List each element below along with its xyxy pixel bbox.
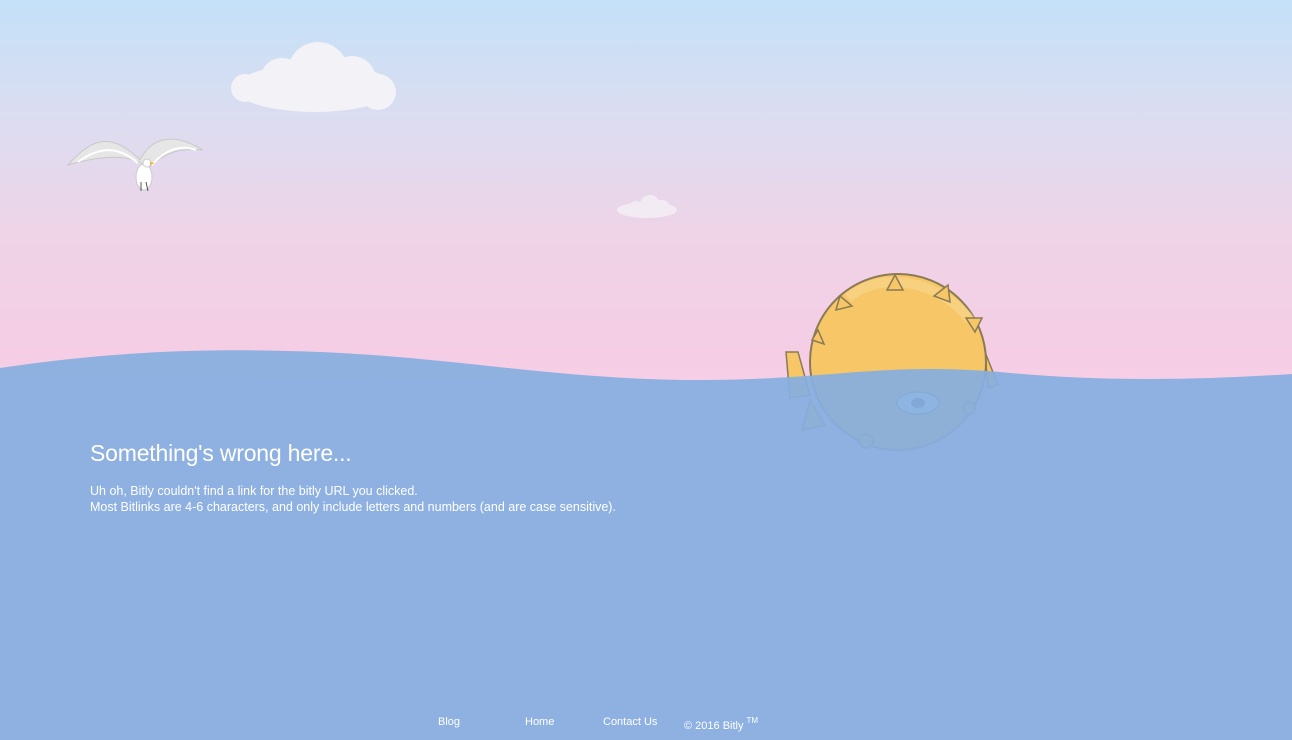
error-page: Something's wrong here... Uh oh, Bitly c… (0, 0, 1292, 740)
error-description-line-2: Most Bitlinks are 4-6 characters, and on… (90, 500, 616, 514)
footer-link-blog[interactable]: Blog (438, 716, 460, 728)
seagull-icon (66, 138, 204, 192)
page-title: Something's wrong here... (90, 440, 352, 466)
error-message: Something's wrong here... Uh oh, Bitly c… (90, 440, 616, 515)
sea-water (0, 350, 1292, 740)
footer-link-home[interactable]: Home (525, 716, 554, 728)
footer-link-contact-us[interactable]: Contact Us (603, 716, 657, 728)
copyright-notice: © 2016 Bitly TM (684, 716, 758, 732)
copyright-text: © 2016 Bitly (684, 720, 744, 732)
trademark-mark: TM (746, 716, 759, 725)
footer: Blog Home Contact Us © 2016 Bitly TM (0, 712, 1292, 732)
error-description-line-1: Uh oh, Bitly couldn't find a link for th… (90, 484, 418, 498)
cloud-large (231, 42, 396, 112)
cloud-small (617, 195, 677, 218)
scene-illustration (0, 42, 1292, 740)
